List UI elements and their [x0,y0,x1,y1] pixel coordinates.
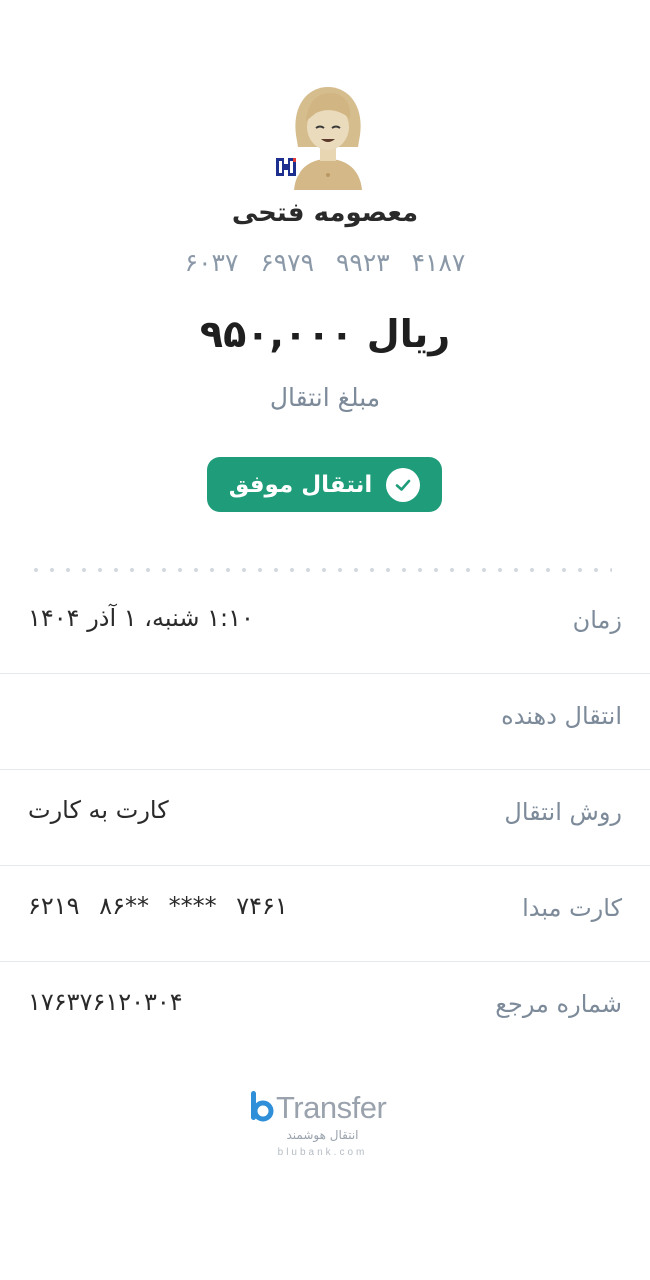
detail-row-sender: انتقال دهنده [0,674,650,770]
method-value: کارت به کارت [28,796,169,824]
dotted-divider [28,568,612,572]
transfer-amount-label: مبلغ انتقال [269,383,381,412]
brand-name: Transfer [276,1090,387,1125]
method-label: روش انتقال [504,798,622,826]
status-label: انتقال موفق [228,471,373,498]
status-badge: انتقال موفق [207,457,442,512]
brand-tagline: انتقال هوشمند [286,1128,359,1142]
source-card-value: ۶۲۱۹ ۸۶** **** ۷۴۶۱ [28,892,288,920]
recipient-card-number: ۶۰۳۷ ۶۹۷۹ ۹۹۲۳ ۴۱۸۷ [184,248,466,277]
bank-saderat-icon [271,152,301,182]
check-icon [386,467,421,502]
transfer-amount: ۹۵۰,۰۰۰ ریال [199,312,451,356]
recipient-avatar-group [268,85,378,195]
blubank-b-icon [251,1091,274,1122]
brand-domain: blubank.com [277,1147,368,1158]
detail-row-time: زمان ۱:۱۰ شنبه، ۱ آذر ۱۴۰۴ [0,578,650,674]
time-value: ۱:۱۰ شنبه، ۱ آذر ۱۴۰۴ [28,604,254,632]
reference-label: شماره مرجع [495,990,622,1018]
sender-label: انتقال دهنده [501,702,622,730]
recipient-name: معصومه فتحی [231,198,419,228]
brand-logo: Transfer انتقال هوشمند blubank.com [250,1090,400,1165]
source-card-label: کارت مبدا [522,894,622,922]
transfer-details: زمان ۱:۱۰ شنبه، ۱ آذر ۱۴۰۴ انتقال دهنده … [0,578,650,1057]
time-label: زمان [572,606,622,634]
detail-row-method: روش انتقال کارت به کارت [0,770,650,866]
reference-value: ۱۷۶۳۷۶۱۲۰۳۰۴ [28,988,183,1016]
detail-row-source-card: کارت مبدا ۶۲۱۹ ۸۶** **** ۷۴۶۱ [0,866,650,962]
detail-row-reference: شماره مرجع ۱۷۶۳۷۶۱۲۰۳۰۴ [0,962,650,1057]
